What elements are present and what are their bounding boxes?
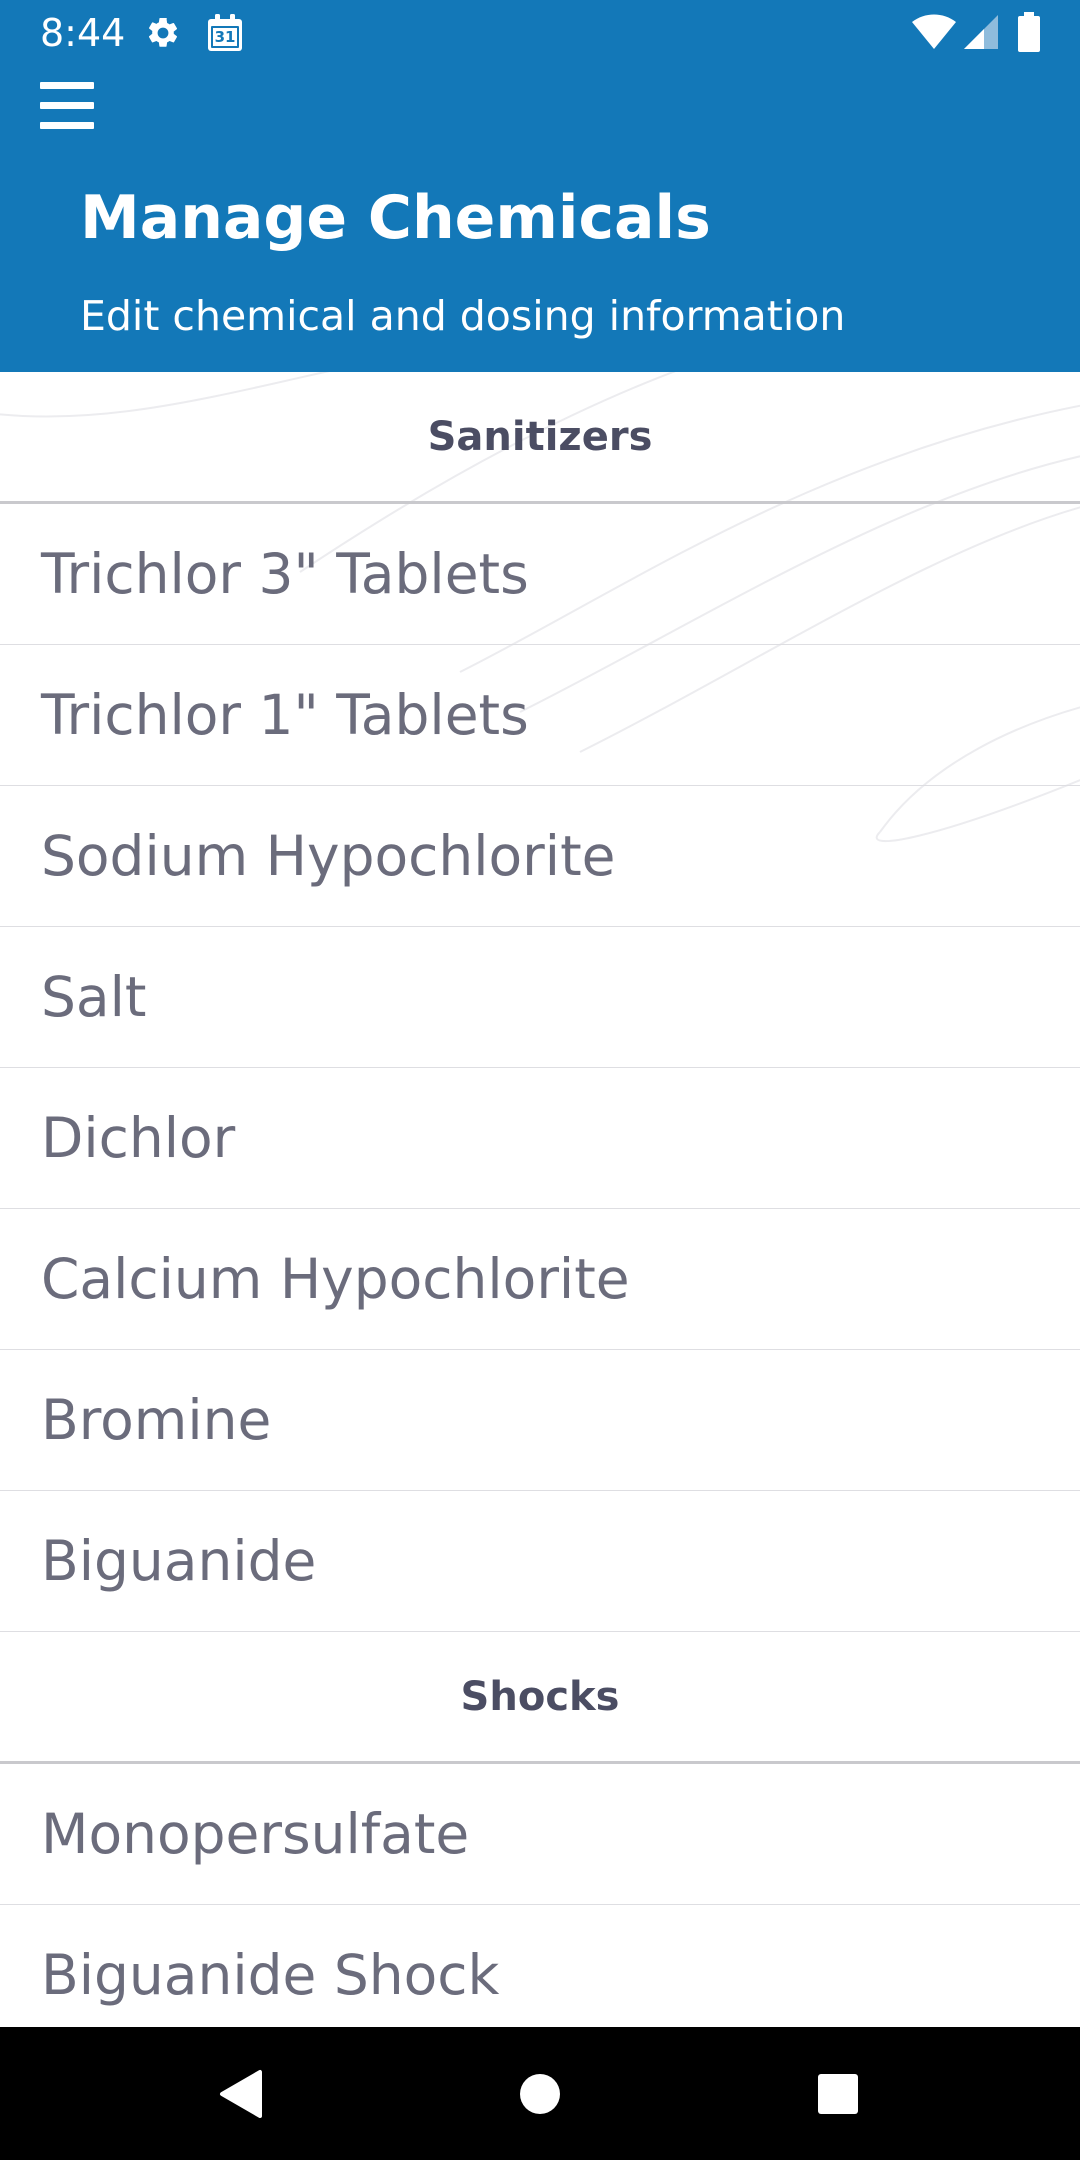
list-item[interactable]: Monopersulfate	[0, 1764, 1080, 1905]
list-item[interactable]: Trichlor 1" Tablets	[0, 645, 1080, 786]
list-item[interactable]: Dichlor	[0, 1068, 1080, 1209]
app-header: 8:44 31 Manage Chemicals Edit chemical a…	[0, 0, 1080, 372]
status-time: 8:44	[40, 11, 126, 55]
navigation-bar	[0, 2027, 1080, 2160]
chemical-list: Sanitizers Trichlor 3" Tablets Trichlor …	[0, 372, 1080, 2027]
battery-icon	[1018, 12, 1040, 52]
list-item[interactable]: Biguanide Shock	[0, 1905, 1080, 2027]
back-icon[interactable]	[160, 2027, 320, 2160]
calendar-icon: 31	[207, 14, 243, 52]
list-item[interactable]: Biguanide	[0, 1491, 1080, 1632]
settings-gear-icon	[148, 17, 178, 47]
section-header-sanitizers: Sanitizers	[0, 372, 1080, 504]
wifi-icon	[912, 14, 956, 49]
page-title: Manage Chemicals	[80, 183, 711, 253]
section-header-shocks: Shocks	[0, 1632, 1080, 1764]
list-item[interactable]: Bromine	[0, 1350, 1080, 1491]
screen: 8:44 31 Manage Chemicals Edit chemical a…	[0, 0, 1080, 2160]
page-subtitle: Edit chemical and dosing information	[80, 292, 846, 340]
status-bar: 8:44 31	[0, 0, 1080, 66]
section-shocks: Shocks Monopersulfate Biguanide Shock	[0, 1632, 1080, 2027]
home-icon[interactable]	[460, 2027, 620, 2160]
list-item[interactable]: Trichlor 3" Tablets	[0, 504, 1080, 645]
recents-icon[interactable]	[758, 2027, 918, 2160]
list-item[interactable]: Sodium Hypochlorite	[0, 786, 1080, 927]
section-sanitizers: Sanitizers Trichlor 3" Tablets Trichlor …	[0, 372, 1080, 1632]
hamburger-menu-icon[interactable]	[30, 72, 106, 140]
list-item[interactable]: Calcium Hypochlorite	[0, 1209, 1080, 1350]
calendar-day: 31	[214, 28, 236, 46]
cell-signal-icon	[964, 15, 998, 49]
list-item[interactable]: Salt	[0, 927, 1080, 1068]
